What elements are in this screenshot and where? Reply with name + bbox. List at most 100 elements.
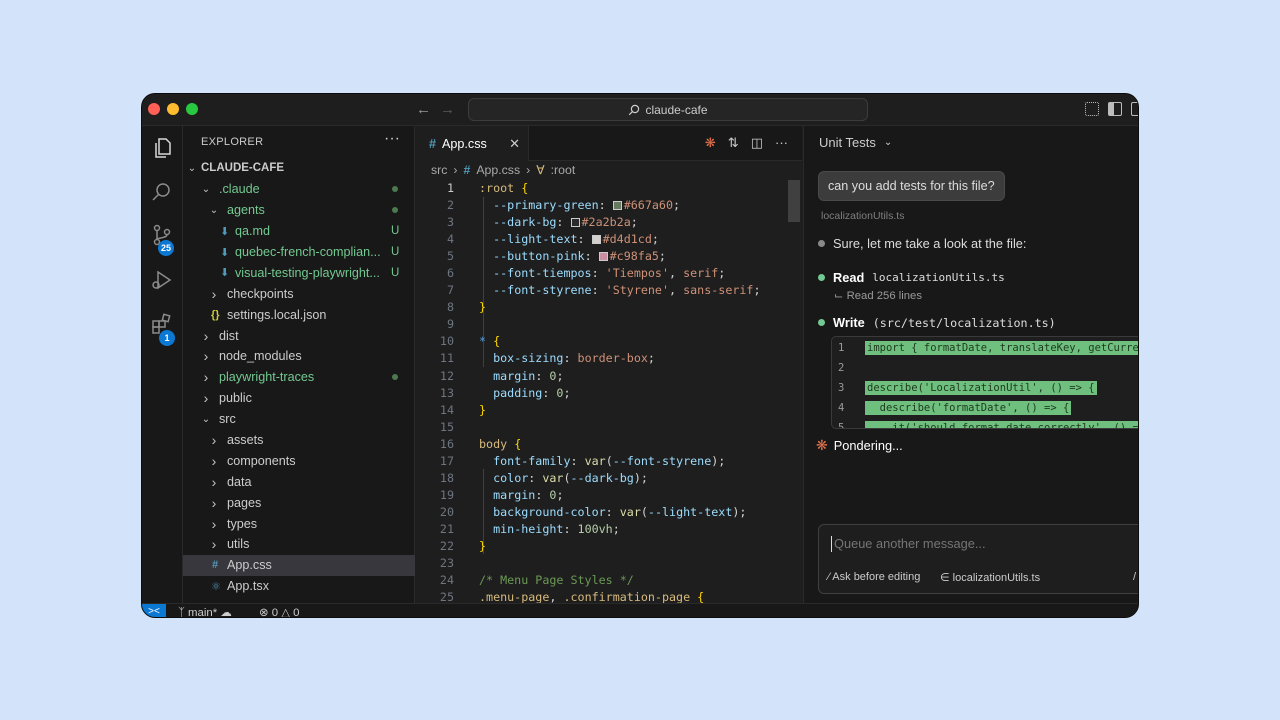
tree-item[interactable]: ⚛ App.tsx bbox=[183, 576, 415, 597]
warning-icon: △ bbox=[281, 607, 290, 618]
line-number: 14 bbox=[439, 402, 454, 417]
minimize-window-button[interactable] bbox=[167, 103, 179, 115]
code-editor[interactable]: 1:root {2 --primary-green: #667a60; 3 --d… bbox=[416, 180, 802, 606]
line-number: 21 bbox=[439, 521, 454, 536]
code-text: font-family: var(--font-styrene); bbox=[493, 453, 726, 468]
tree-item[interactable]: › pages bbox=[183, 492, 415, 513]
tree-item[interactable]: ⬇ quebec-french-complian... U bbox=[183, 242, 415, 263]
editor-scrollbar-thumb[interactable] bbox=[788, 180, 800, 222]
maximize-window-button[interactable] bbox=[186, 103, 198, 115]
line-number: 7 bbox=[446, 283, 454, 298]
tool-write[interactable]: Write (src/test/localization.ts) bbox=[818, 315, 1056, 330]
close-tab-icon[interactable]: ✕ bbox=[509, 136, 520, 152]
line-number: 1 bbox=[446, 181, 454, 195]
file-tree: ⌄ CLAUDE-CAFE ⌄ .claude ⌄ agents ⬇ qa.md U ⬇ que… bbox=[183, 158, 415, 597]
code-text: } bbox=[479, 538, 487, 553]
color-swatch[interactable] bbox=[598, 252, 608, 262]
back-arrow-icon[interactable]: ← bbox=[416, 101, 431, 118]
forward-arrow-icon[interactable]: → bbox=[440, 101, 455, 118]
tree-item[interactable]: › assets bbox=[183, 430, 415, 451]
tree-item[interactable]: › dist bbox=[183, 325, 415, 346]
code-line: 16 body { bbox=[416, 436, 802, 453]
tool-write-label: Write bbox=[833, 315, 865, 330]
tree-item[interactable]: › checkpoints bbox=[183, 283, 415, 304]
context-file-label: localizationUtils.ts bbox=[821, 210, 905, 222]
toggle-primary-sidebar-icon[interactable] bbox=[1108, 102, 1122, 116]
session-title-dropdown[interactable]: Unit Tests ⌄ bbox=[819, 135, 892, 150]
ask-before-editing-toggle[interactable]: ⁄ Ask before editing bbox=[828, 571, 920, 583]
more-actions-icon[interactable]: ··· bbox=[775, 135, 788, 151]
chevron-right-icon: › bbox=[203, 369, 209, 386]
slash-command-button[interactable]: / bbox=[1133, 571, 1136, 583]
chevron-right-icon: › bbox=[203, 327, 209, 344]
diff-line-number: 3 bbox=[838, 382, 845, 394]
breadcrumb-item[interactable]: App.css bbox=[476, 163, 520, 177]
tree-item[interactable]: ⬇ qa.md U bbox=[183, 221, 415, 242]
option-edit-label: Ask before editing bbox=[832, 571, 921, 583]
line-number: 17 bbox=[439, 453, 454, 468]
code-line: 10 * { bbox=[416, 333, 802, 350]
claude-spark-icon[interactable]: ❋ bbox=[705, 135, 716, 151]
branch-icon: ᛉ bbox=[178, 607, 185, 618]
color-swatch[interactable] bbox=[591, 235, 601, 245]
chevron-right-icon: › bbox=[211, 285, 217, 302]
toggle-secondary-sidebar-icon[interactable] bbox=[1131, 102, 1138, 116]
open-changes-icon[interactable]: ⇅ bbox=[728, 135, 739, 151]
tree-item[interactable]: ⌄ .claude bbox=[183, 179, 415, 200]
line-number: 13 bbox=[439, 385, 454, 400]
tree-item[interactable]: ⌄ agents bbox=[183, 200, 415, 221]
project-root[interactable]: ⌄ CLAUDE-CAFE bbox=[183, 158, 415, 179]
untracked-badge: U bbox=[391, 225, 400, 238]
remote-indicator-icon[interactable]: >< bbox=[142, 604, 166, 617]
untracked-badge: U bbox=[391, 246, 400, 258]
code-line: 14} bbox=[416, 402, 802, 419]
selector-icon: ∀ bbox=[536, 163, 545, 177]
diff-line-text: import { formatDate, translateKey, getCu… bbox=[865, 341, 1138, 355]
tree-item[interactable]: › node_modules bbox=[183, 346, 415, 367]
code-text: * { bbox=[479, 334, 501, 349]
tab-app-css[interactable]: # App.css ✕ bbox=[416, 126, 529, 161]
code-line: 9 bbox=[416, 316, 802, 333]
customize-layout-icon[interactable] bbox=[1085, 102, 1099, 116]
close-window-button[interactable] bbox=[148, 103, 160, 115]
problems-status[interactable]: ⊗ 0 △ 0 bbox=[259, 605, 300, 618]
explorer-files-icon[interactable] bbox=[150, 136, 174, 160]
breadcrumb-item[interactable]: src bbox=[431, 163, 447, 177]
tree-item[interactable]: › playwright-traces bbox=[183, 367, 415, 388]
tree-item[interactable]: # App.css bbox=[183, 554, 415, 576]
tree-item[interactable]: › data bbox=[183, 471, 415, 492]
split-editor-icon[interactable]: ◫ bbox=[751, 135, 763, 151]
command-center-search[interactable]: claude-cafe bbox=[468, 98, 868, 121]
tree-item-label: node_modules bbox=[219, 349, 302, 364]
tree-item-label: public bbox=[219, 391, 252, 406]
tree-item[interactable]: › utils bbox=[183, 534, 415, 555]
diff-preview[interactable]: 1 import { formatDate, translateKey, getC… bbox=[831, 336, 1138, 429]
message-input[interactable] bbox=[834, 536, 1134, 551]
explorer-more-actions-icon[interactable]: ··· bbox=[384, 130, 400, 148]
bullet-icon bbox=[818, 240, 825, 247]
spinner-asterisk-icon: ❋ bbox=[816, 437, 828, 453]
reply-text: Sure, let me take a look at the file: bbox=[833, 236, 1027, 251]
tool-read[interactable]: Read localizationUtils.ts bbox=[818, 270, 1005, 285]
color-swatch[interactable] bbox=[612, 201, 622, 211]
attached-file-chip[interactable]: ∈ localizationUtils.ts bbox=[940, 571, 1040, 584]
css-file-icon: # bbox=[429, 137, 437, 151]
vscode-window: ← → claude-cafe 25 1 EXPLORER ··· ⌄ CLAU… bbox=[141, 93, 1139, 618]
tree-item[interactable]: ⬇ visual-testing-playwright... U bbox=[183, 262, 415, 283]
run-debug-icon[interactable] bbox=[150, 268, 174, 292]
tree-item[interactable]: › types bbox=[183, 513, 415, 534]
branch-status[interactable]: ᛉ main* ☁ bbox=[178, 605, 232, 618]
color-swatch[interactable] bbox=[570, 218, 580, 228]
message-input-box[interactable]: ⁄ Ask before editing ∈ localizationUtils… bbox=[818, 524, 1138, 594]
breadcrumb-item[interactable]: :root bbox=[551, 163, 576, 177]
tree-item-label: assets bbox=[227, 433, 264, 448]
tree-item[interactable]: › public bbox=[183, 388, 415, 409]
tree-item[interactable]: › components bbox=[183, 450, 415, 471]
tree-item-label: utils bbox=[227, 537, 250, 552]
tree-item[interactable]: {} settings.local.json bbox=[183, 304, 415, 325]
editor-tabs: # App.css ✕ ❋ ⇅ ◫ ··· bbox=[416, 126, 802, 161]
line-number: 11 bbox=[439, 351, 454, 366]
search-icon[interactable] bbox=[150, 180, 174, 204]
line-number: 8 bbox=[446, 300, 454, 315]
tree-item[interactable]: ⌄ src bbox=[183, 409, 415, 430]
